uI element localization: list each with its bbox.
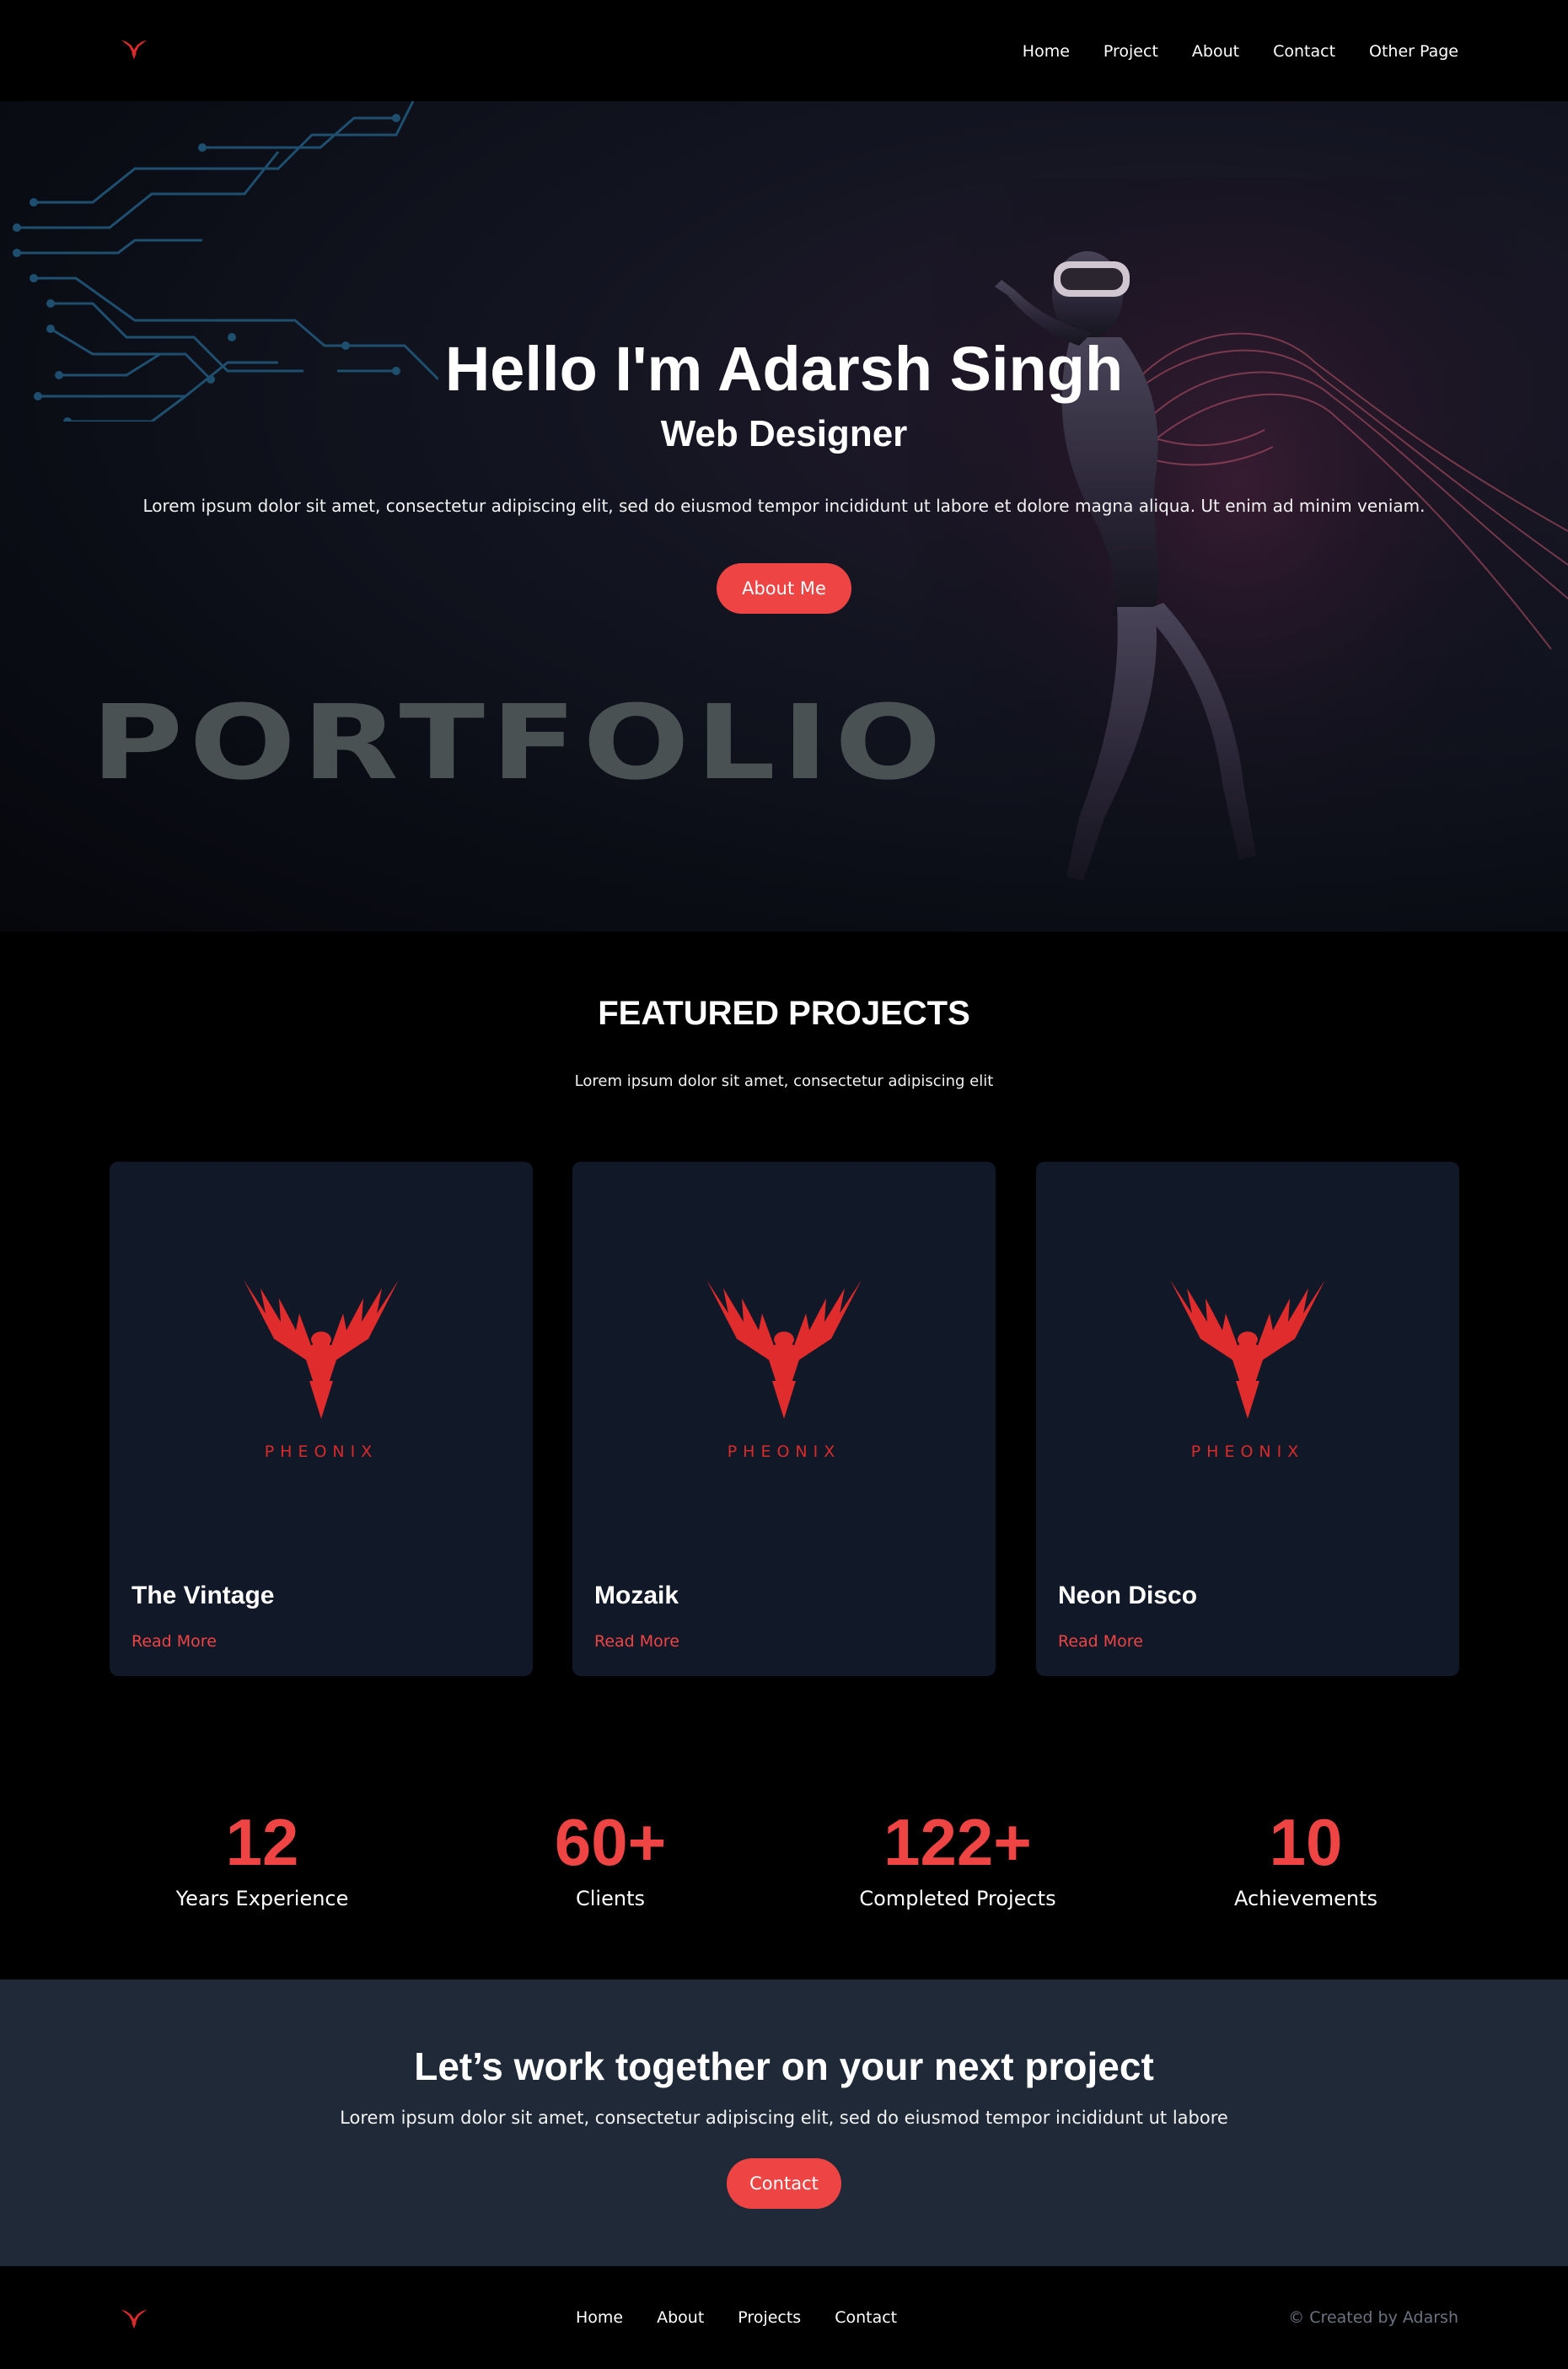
project-card[interactable]: PHEONIX The Vintage Read More xyxy=(110,1162,533,1676)
featured-subtitle: Lorem ipsum dolor sit amet, consectetur … xyxy=(574,1072,994,1090)
footer-link-home[interactable]: Home xyxy=(576,2305,623,2330)
stat-label: Completed Projects xyxy=(859,1887,1056,1910)
phoenix-logo-icon[interactable] xyxy=(118,32,150,64)
footer-link-projects[interactable]: Projects xyxy=(738,2305,801,2330)
footer-link-contact[interactable]: Contact xyxy=(835,2305,897,2330)
about-me-button[interactable]: About Me xyxy=(717,563,851,614)
hero-section: Hello I'm Adarsh Singh Web Designer Lore… xyxy=(0,101,1568,932)
footer: Home About Projects Contact © Created by… xyxy=(0,2266,1568,2369)
nav-link-contact[interactable]: Contact xyxy=(1273,35,1335,67)
phoenix-logo-icon xyxy=(244,1280,399,1419)
cta-description: Lorem ipsum dolor sit amet, consectetur … xyxy=(340,2108,1228,2128)
cta-title: Let’s work together on your next project xyxy=(414,2044,1154,2088)
card-brand-text: PHEONIX xyxy=(1190,1442,1305,1461)
read-more-link[interactable]: Read More xyxy=(1058,1632,1143,1651)
stat-value: 122+ xyxy=(883,1805,1032,1879)
read-more-link[interactable]: Read More xyxy=(132,1632,217,1651)
project-card[interactable]: PHEONIX Mozaik Read More xyxy=(572,1162,996,1676)
stat-label: Clients xyxy=(576,1887,645,1910)
featured-title: FEATURED PROJECTS xyxy=(598,995,970,1032)
cta-section: Let’s work together on your next project… xyxy=(0,1980,1568,2266)
phoenix-logo-icon xyxy=(1170,1280,1325,1419)
stat-value: 60+ xyxy=(554,1805,667,1879)
stat-clients: 60+ Clients xyxy=(442,1804,779,1910)
stat-completed-projects: 122+ Completed Projects xyxy=(789,1804,1126,1910)
card-title: Neon Disco xyxy=(1058,1582,1198,1609)
nav-link-about[interactable]: About xyxy=(1192,35,1239,67)
portfolio-watermark: PORTFOLIO xyxy=(91,683,948,803)
phoenix-logo-icon xyxy=(706,1280,862,1419)
card-brand-text: PHEONIX xyxy=(264,1442,379,1461)
footer-copyright: © Created by Adarsh xyxy=(1288,2308,1458,2327)
phoenix-logo-icon[interactable] xyxy=(118,2302,150,2334)
stat-achievements: 10 Achievements xyxy=(1137,1804,1474,1910)
stat-value: 12 xyxy=(225,1805,299,1879)
top-nav: Home Project About Contact Other Page xyxy=(0,0,1568,101)
nav-link-other-page[interactable]: Other Page xyxy=(1369,35,1458,67)
footer-links: Home About Projects Contact xyxy=(576,2305,897,2330)
stat-value: 10 xyxy=(1269,1805,1343,1879)
stat-label: Achievements xyxy=(1233,1887,1378,1910)
vr-figure-graphic xyxy=(910,177,1568,932)
card-title: Mozaik xyxy=(594,1582,679,1609)
nav-links: Home Project About Contact Other Page xyxy=(1023,35,1458,67)
nav-link-home[interactable]: Home xyxy=(1023,35,1070,67)
footer-link-about[interactable]: About xyxy=(657,2305,704,2330)
nav-link-project[interactable]: Project xyxy=(1104,35,1158,67)
project-card[interactable]: PHEONIX Neon Disco Read More xyxy=(1036,1162,1459,1676)
hero-title: Hello I'm Adarsh Singh xyxy=(444,334,1124,404)
read-more-link[interactable]: Read More xyxy=(594,1632,679,1651)
hero-description: Lorem ipsum dolor sit amet, consectetur … xyxy=(142,496,1426,516)
hero-subtitle: Web Designer xyxy=(660,413,908,454)
card-title: The Vintage xyxy=(132,1582,275,1609)
card-brand-text: PHEONIX xyxy=(727,1442,841,1461)
contact-button[interactable]: Contact xyxy=(727,2158,841,2209)
stat-label: Years Experience xyxy=(175,1887,349,1910)
stat-years-experience: 12 Years Experience xyxy=(94,1804,431,1910)
